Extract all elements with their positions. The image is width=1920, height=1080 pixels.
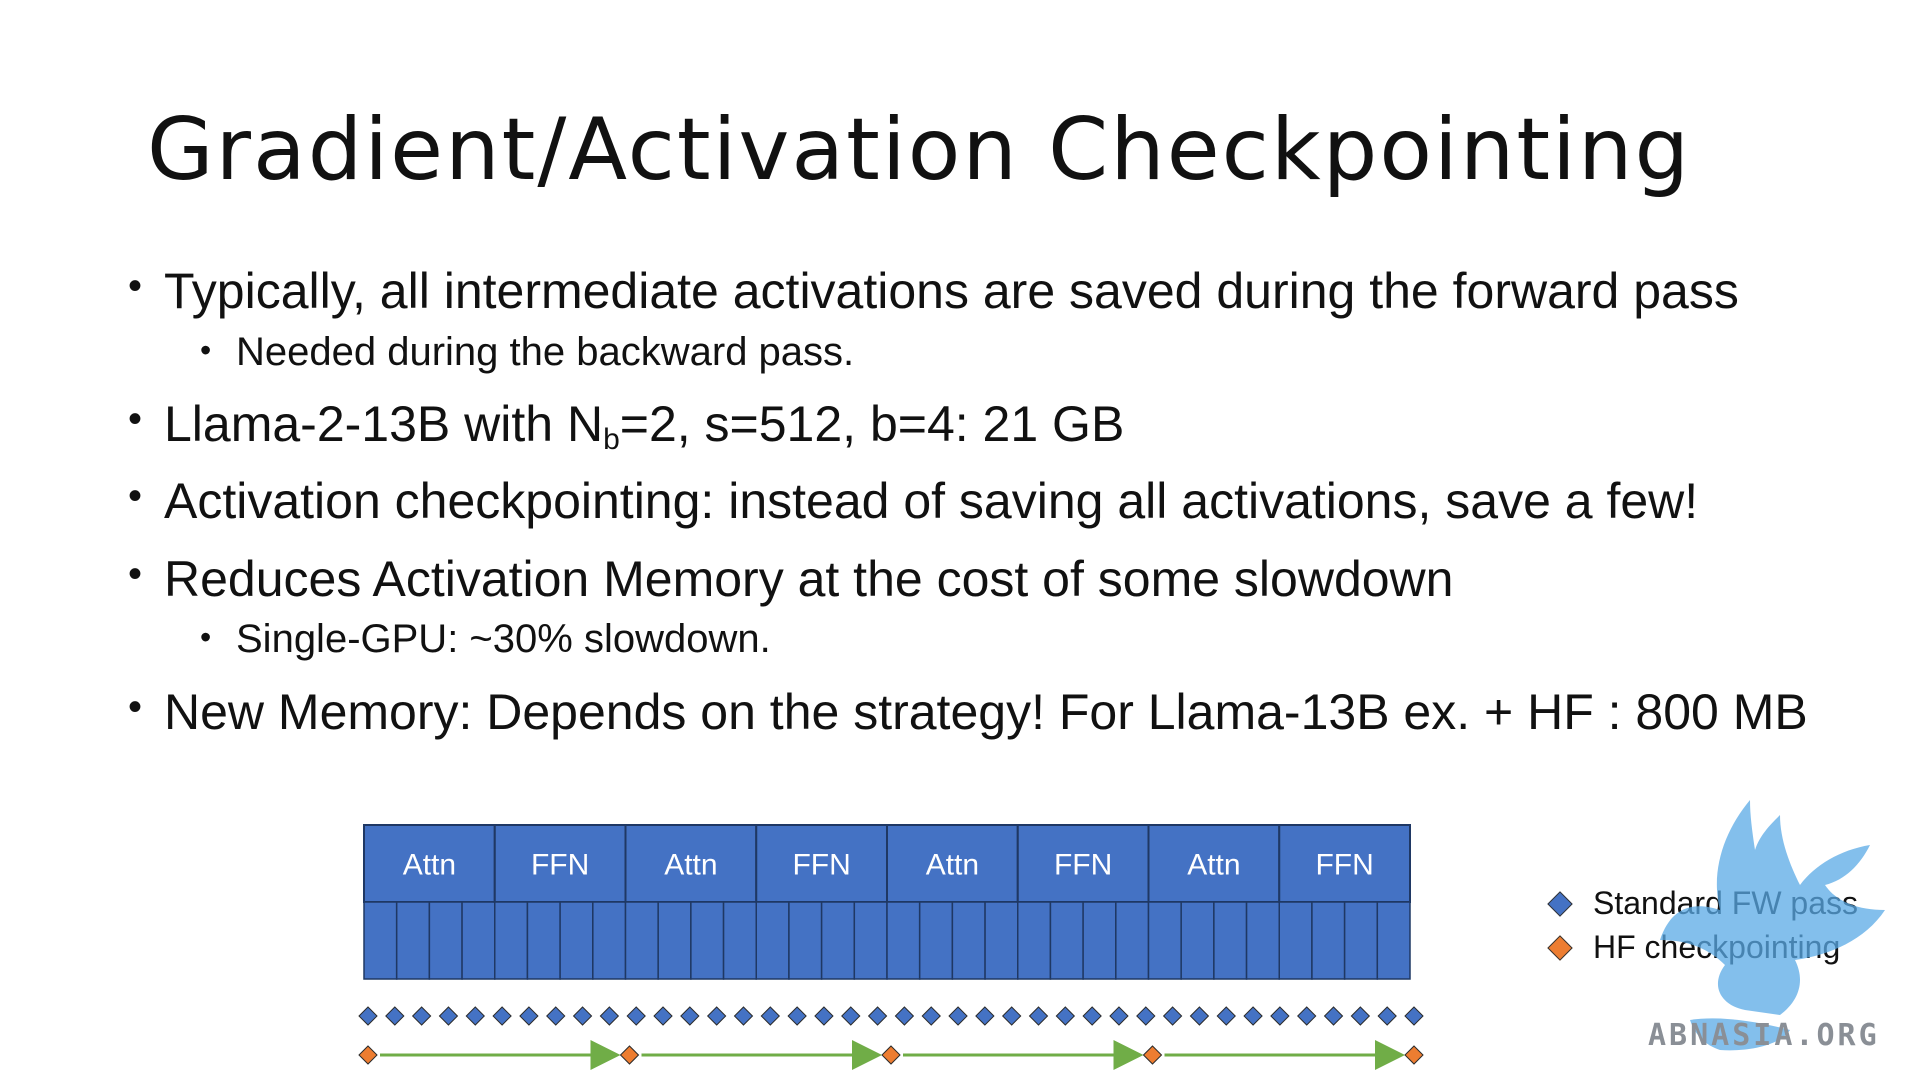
standard-pass-marker xyxy=(733,1006,754,1026)
checkpoint-marker xyxy=(1142,1045,1163,1065)
activation-cell xyxy=(820,901,856,980)
activation-cell xyxy=(984,901,1019,980)
standard-pass-marker xyxy=(385,1006,405,1026)
standard-pass-marker xyxy=(411,1006,432,1026)
activation-cell xyxy=(395,901,431,980)
activation-cell xyxy=(788,901,823,980)
activation-cell xyxy=(1049,901,1084,980)
standard-pass-marker xyxy=(975,1006,995,1026)
standard-pass-marker xyxy=(1377,1006,1397,1026)
standard-pass-marker xyxy=(1001,1006,1022,1026)
standard-pass-marker xyxy=(358,1006,378,1026)
activation-cell xyxy=(1245,901,1280,980)
standard-pass-marker xyxy=(1109,1006,1129,1026)
activation-cell xyxy=(1017,901,1052,980)
standard-pass-marker xyxy=(680,1006,700,1026)
activation-cell xyxy=(592,901,627,980)
standard-pass-marker xyxy=(519,1006,539,1026)
activation-cell xyxy=(1343,901,1379,980)
standard-pass-marker xyxy=(599,1006,620,1026)
activation-cell xyxy=(1115,901,1150,980)
activation-cell xyxy=(722,901,757,980)
activation-cell xyxy=(951,901,986,980)
block-label: FFN xyxy=(1054,849,1112,882)
standard-pass-marker xyxy=(1216,1006,1236,1026)
standard-pass-marker xyxy=(1082,1006,1102,1026)
activation-cell xyxy=(624,901,659,980)
standard-pass-marker xyxy=(626,1006,646,1026)
standard-pass-marker xyxy=(1323,1006,1344,1026)
activation-cell xyxy=(1311,901,1346,980)
block-label: FFN xyxy=(531,849,589,882)
block-label: FFN xyxy=(792,849,850,882)
activation-cell xyxy=(1082,901,1117,980)
activation-cell xyxy=(363,901,398,980)
activation-cell xyxy=(1376,901,1411,980)
standard-pass-marker xyxy=(492,1006,512,1026)
standard-pass-marker xyxy=(787,1006,807,1026)
activation-cell xyxy=(1147,901,1182,980)
standard-pass-marker xyxy=(867,1006,888,1026)
block-label: FFN xyxy=(1315,849,1373,882)
block-label: Attn xyxy=(1187,849,1240,882)
activation-cell xyxy=(690,901,725,980)
standard-pass-marker xyxy=(465,1006,485,1026)
checkpoint-marker xyxy=(881,1045,901,1065)
standard-pass-marker xyxy=(814,1006,834,1026)
activation-cell xyxy=(755,901,790,980)
activation-cell xyxy=(886,901,921,980)
block-label: Attn xyxy=(926,849,979,882)
standard-pass-marker xyxy=(1243,1006,1263,1026)
activation-cell xyxy=(494,901,529,980)
checkpoint-marker xyxy=(619,1045,640,1065)
standard-pass-marker xyxy=(894,1006,915,1026)
checkpoint-marker xyxy=(358,1045,378,1065)
standard-pass-marker xyxy=(1270,1006,1290,1026)
block-label: Attn xyxy=(664,849,717,882)
standard-pass-marker xyxy=(1055,1006,1076,1026)
standard-pass-marker xyxy=(1350,1006,1371,1026)
standard-pass-marker xyxy=(1297,1006,1317,1026)
standard-pass-marker xyxy=(1028,1006,1049,1026)
activation-cell xyxy=(1278,901,1313,980)
block-label: Attn xyxy=(403,849,456,882)
standard-pass-marker xyxy=(760,1006,781,1026)
activation-cell xyxy=(1213,901,1248,980)
activation-cell xyxy=(853,901,888,980)
activation-cell xyxy=(1180,901,1215,980)
checkpoint-marker xyxy=(1404,1045,1424,1065)
standard-pass-marker xyxy=(1404,1006,1424,1026)
standard-pass-marker xyxy=(841,1006,861,1026)
activation-cell xyxy=(461,901,496,980)
standard-pass-marker xyxy=(1189,1006,1210,1026)
activation-cell xyxy=(559,901,594,980)
activation-cell xyxy=(918,901,954,980)
standard-pass-marker xyxy=(572,1006,593,1026)
activation-cell xyxy=(657,901,692,980)
standard-pass-marker xyxy=(546,1006,566,1026)
watermark-text: ABNASIA.ORG xyxy=(1648,1018,1880,1053)
standard-pass-marker xyxy=(921,1006,941,1026)
standard-pass-marker xyxy=(948,1006,968,1026)
standard-pass-marker xyxy=(706,1006,727,1026)
activation-cell xyxy=(526,901,561,980)
standard-pass-marker xyxy=(653,1006,673,1026)
standard-pass-marker xyxy=(1162,1006,1183,1026)
standard-pass-marker xyxy=(1136,1006,1156,1026)
activation-cell xyxy=(428,901,463,980)
standard-pass-marker xyxy=(438,1006,459,1026)
